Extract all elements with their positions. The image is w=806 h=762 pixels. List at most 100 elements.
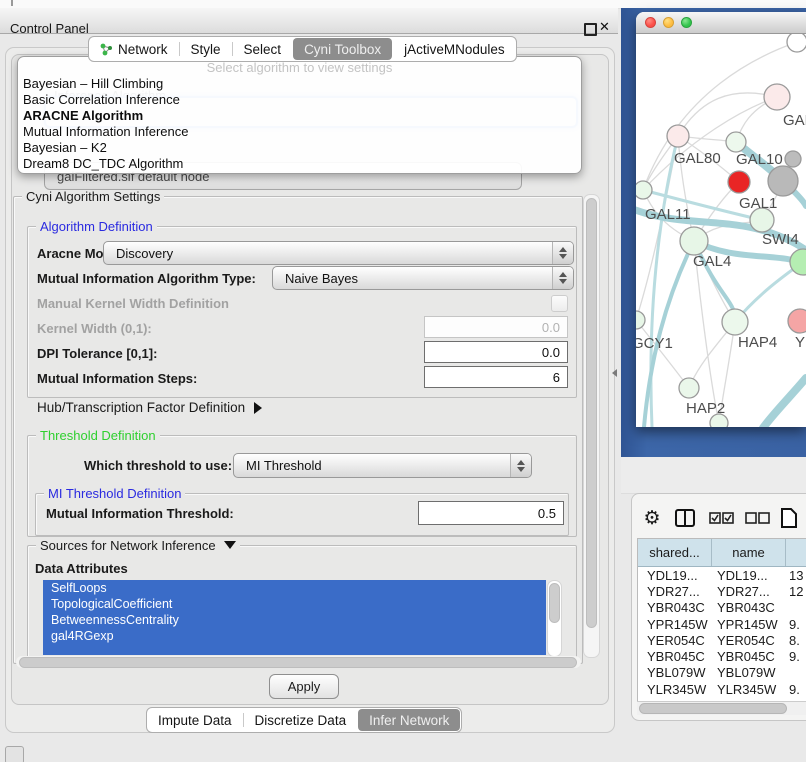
algorithm-option[interactable]: Dream8 DC_TDC Algorithm <box>18 156 581 172</box>
top-splitter-tick <box>11 0 13 6</box>
table-row[interactable]: YBL079WYBL079W <box>638 665 806 681</box>
algorithm-option[interactable]: Mutual Information Inference <box>18 124 581 140</box>
tab-jactivemnodules[interactable]: jActiveMNodules <box>393 42 516 57</box>
column-header-name[interactable]: name <box>712 539 786 566</box>
node-label-gal7: GAL7 <box>783 112 806 129</box>
node-label-swi4: SWI4 <box>762 231 799 248</box>
column-header-shared-name[interactable]: shared... <box>638 539 712 566</box>
settings-vertical-scrollbar[interactable] <box>583 194 600 658</box>
table-row[interactable]: YDR27...YDR27...12 <box>638 583 806 599</box>
algorithm-option[interactable]: Bayesian – K2 <box>18 140 581 156</box>
algorithm-option[interactable]: ARACNE Algorithm <box>18 108 581 124</box>
table-toolbar: ⚙ <box>637 498 806 538</box>
network-node-hap2[interactable] <box>679 378 699 398</box>
sources-title[interactable]: Sources for Network Inference <box>36 538 240 553</box>
network-canvas[interactable]: GAL7GAL80GAL10GAL11GAL1GAL4SWI4GCY1HAP4Y… <box>636 34 806 427</box>
tab-select[interactable]: Select <box>233 42 293 57</box>
table-row[interactable]: YBR043CYBR043C <box>638 600 806 616</box>
network-node-gal10[interactable] <box>726 132 746 152</box>
minimized-panel-button[interactable] <box>5 746 24 762</box>
network-icon <box>100 43 113 56</box>
table-cell: YDL19... <box>638 568 712 583</box>
threshold-definition-title: Threshold Definition <box>36 428 160 443</box>
tab-style[interactable]: Style <box>180 42 232 57</box>
screen: Control Panel ✕ Network Style Select Cyn… <box>0 0 806 762</box>
select-all-checkboxes-icon[interactable] <box>703 512 739 524</box>
node-label-hap2: HAP2 <box>686 400 725 417</box>
table-cell: YBR043C <box>712 600 786 615</box>
network-node-y[interactable] <box>788 309 806 333</box>
table-row[interactable]: YDL19...YDL19...13 <box>638 567 806 583</box>
table-row[interactable]: YPR145WYPR145W9. <box>638 616 806 632</box>
table-body: YDL19...YDL19...13YDR27...YDR27...12YBR0… <box>638 567 806 713</box>
close-icon[interactable]: ✕ <box>599 19 610 35</box>
mi-threshold-field[interactable]: 0.5 <box>418 501 564 525</box>
data-attributes-label: Data Attributes <box>35 561 128 576</box>
minimize-traffic-light-icon[interactable] <box>663 17 674 28</box>
table-row[interactable]: YLR345WYLR345W9. <box>638 681 806 697</box>
spinner-arrows-icon <box>510 454 531 477</box>
network-node[interactable] <box>768 166 798 196</box>
hub-definition-toggle[interactable]: Hub/Transcription Factor Definition <box>37 400 262 415</box>
spinner-arrows-icon <box>552 267 573 289</box>
control-panel-title: Control Panel <box>10 21 89 36</box>
float-window-icon[interactable] <box>584 23 597 36</box>
network-node-gal80[interactable] <box>667 125 689 147</box>
settings-horizontal-scrollbar[interactable] <box>16 656 581 668</box>
manual-kernel-label: Manual Kernel Width Definition <box>37 296 229 311</box>
apply-button[interactable]: Apply <box>269 674 339 699</box>
control-panel-titlebar: Control Panel ✕ <box>0 8 618 34</box>
mi-type-combo[interactable]: Naive Bayes <box>272 266 574 290</box>
table-row[interactable]: YER054CYER054C8. <box>638 632 806 648</box>
dpi-tolerance-field[interactable]: 0.0 <box>424 341 568 363</box>
zoom-traffic-light-icon[interactable] <box>681 17 692 28</box>
network-node[interactable] <box>787 34 806 52</box>
table-cell: YLR345W <box>712 682 786 697</box>
aracne-mode-combo[interactable]: Discovery <box>103 241 574 265</box>
tab-discretize-data[interactable]: Discretize Data <box>244 713 358 728</box>
close-traffic-light-icon[interactable] <box>645 17 656 28</box>
tab-infer-network[interactable]: Infer Network <box>358 709 460 731</box>
unselect-all-checkboxes-icon[interactable] <box>739 512 775 524</box>
new-table-icon[interactable] <box>778 508 800 528</box>
table-row[interactable]: YBR045CYBR045C9. <box>638 648 806 664</box>
attribute-list-item[interactable]: TopologicalCoefficient <box>43 596 546 612</box>
kernel-width-field: 0.0 <box>424 316 568 338</box>
split-columns-icon[interactable] <box>667 509 703 527</box>
attribute-list-item[interactable]: gal4RGexp <box>43 628 546 644</box>
mi-steps-field[interactable]: 6 <box>424 366 568 388</box>
node-label-gal10: GAL10 <box>736 151 783 168</box>
network-node[interactable] <box>785 151 801 167</box>
attribute-list-scrollbar[interactable] <box>547 580 562 657</box>
attribute-list-item[interactable]: SelfLoops <box>43 580 546 596</box>
expand-right-icon <box>254 402 262 414</box>
network-node[interactable] <box>728 171 750 193</box>
table-cell: YBL079W <box>638 665 712 680</box>
splitter-collapse-icon[interactable] <box>612 369 617 377</box>
network-node-hap4[interactable] <box>722 309 748 335</box>
mi-type-label: Mutual Information Algorithm Type: <box>37 271 256 286</box>
node-table: shared... name YDL19...YDL19...13YDR27..… <box>637 538 806 713</box>
network-node-gcy1[interactable] <box>636 311 645 329</box>
algorithm-option[interactable]: Basic Correlation Inference <box>18 92 581 108</box>
table-cell: 13 <box>786 568 806 583</box>
column-header-clipped[interactable] <box>786 539 806 566</box>
network-node-gal11[interactable] <box>636 181 652 199</box>
gear-icon[interactable]: ⚙ <box>637 507 667 530</box>
attribute-list-item[interactable]: BetweennessCentrality <box>43 612 546 628</box>
network-node-gal7[interactable] <box>764 84 790 110</box>
node-label-gal80: GAL80 <box>674 150 721 167</box>
network-node-gal4[interactable] <box>680 227 708 255</box>
table-cell: YBR045C <box>638 649 712 664</box>
tab-network[interactable]: Network <box>89 42 179 57</box>
dpi-tolerance-label: DPI Tolerance [0,1]: <box>37 346 157 361</box>
table-horizontal-scrollbar[interactable] <box>637 701 806 715</box>
tab-cyni-toolbox[interactable]: Cyni Toolbox <box>293 38 392 60</box>
kernel-width-label: Kernel Width (0,1): <box>37 321 152 336</box>
algorithm-option[interactable]: Bayesian – Hill Climbing <box>18 76 581 92</box>
which-threshold-label: Which threshold to use: <box>84 458 232 473</box>
manual-kernel-checkbox <box>551 295 568 312</box>
tab-impute-data[interactable]: Impute Data <box>147 713 243 728</box>
tab-network-label: Network <box>118 42 168 57</box>
which-threshold-combo[interactable]: MI Threshold <box>233 453 532 478</box>
